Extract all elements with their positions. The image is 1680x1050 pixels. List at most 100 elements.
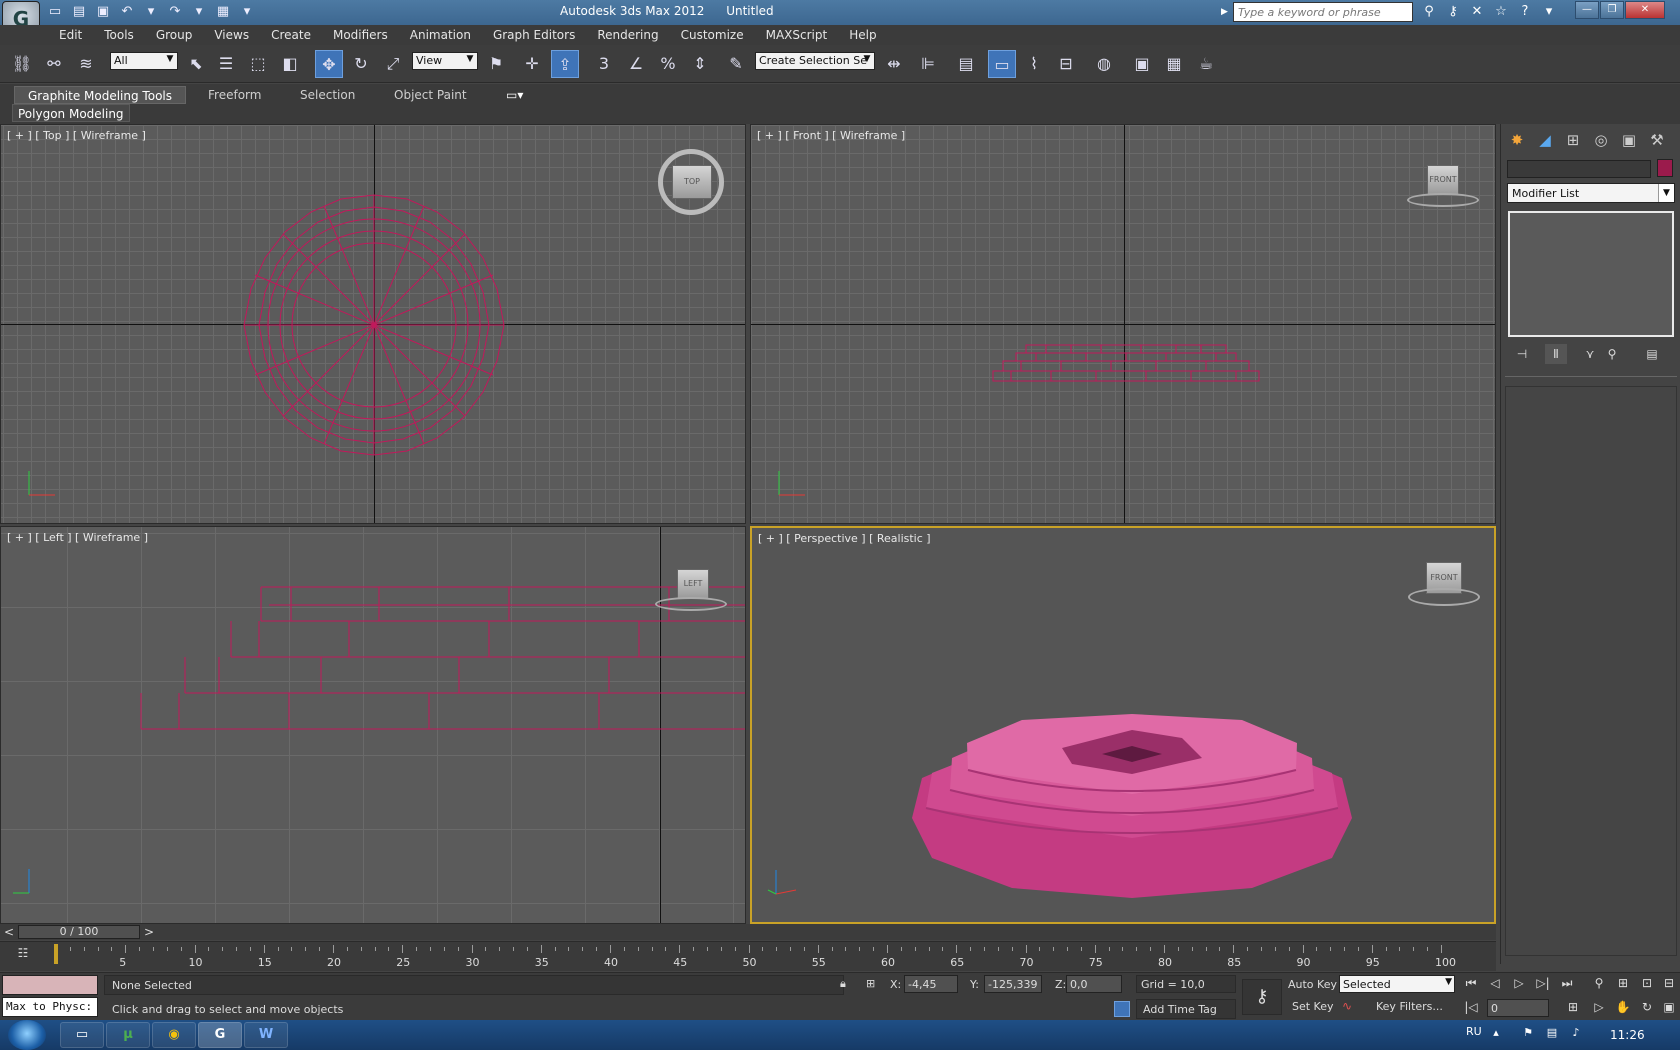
align-icon[interactable]: ⊫ [914,50,942,78]
key-curve-icon[interactable]: ∿ [1342,999,1358,1015]
zoom-extents-all-icon[interactable]: ⊟ [1658,973,1680,993]
save-file-icon[interactable]: ▣ [93,3,113,21]
key-mode-dropdown[interactable]: Selected ▼ [1339,975,1455,993]
select-manipulate-icon[interactable]: ✛ [518,50,546,78]
menu-animation[interactable]: Animation [399,25,482,45]
unlink-icon[interactable]: ⚯ [40,50,68,78]
search-input[interactable]: Type a keyword or phrase [1233,2,1413,22]
wireframe-object-left[interactable] [139,585,746,731]
viewport-label-perspective[interactable]: [ + ] [ Perspective ] [ Realistic ] [758,532,931,545]
select-object-icon[interactable]: ⬉ [182,50,210,78]
time-configuration-icon[interactable]: ⊞ [1562,997,1584,1017]
tab-object-paint[interactable]: Object Paint [386,86,475,104]
material-editor-icon[interactable]: ◍ [1090,50,1118,78]
render-setup-icon[interactable]: ▣ [1128,50,1156,78]
favorites-star-icon[interactable]: ☆ [1492,3,1510,21]
menu-tools[interactable]: Tools [93,25,145,45]
viewcube-ring[interactable] [1408,588,1480,606]
named-selection-set-dropdown[interactable]: Create Selection Se ▼ [755,52,875,70]
viewport-front[interactable]: [ + ] [ Front ] [ Wireframe ] FRONT [750,124,1496,524]
make-unique-icon[interactable]: ⋎ [1579,344,1601,364]
viewport-label-top[interactable]: [ + ] [ Top ] [ Wireframe ] [7,129,146,142]
z-coordinate-field[interactable]: 0,0 [1066,975,1122,993]
menu-edit[interactable]: Edit [48,25,93,45]
open-file-icon[interactable]: ▤ [69,3,89,21]
mirror-icon[interactable]: ⇹ [880,50,908,78]
maxscript-listener-field[interactable]: Max to Physc: [2,997,98,1017]
render-production-icon[interactable]: ☕ [1192,50,1220,78]
new-file-icon[interactable]: ▭ [45,3,65,21]
qat-customize-icon[interactable]: ▾ [237,3,257,21]
maximize-viewport-icon[interactable]: ▣ [1658,997,1680,1017]
explorer-icon[interactable]: ▭ [60,1022,104,1048]
select-by-name-icon[interactable]: ☰ [212,50,240,78]
wireframe-object-front[interactable] [991,343,1261,383]
menu-views[interactable]: Views [203,25,260,45]
tab-selection[interactable]: Selection [292,86,363,104]
utilities-panel-icon[interactable]: ⚒ [1645,128,1669,152]
redo-icon[interactable]: ↷ [165,3,185,21]
display-panel-icon[interactable]: ▣ [1617,128,1641,152]
schematic-view-icon[interactable]: ⊟ [1052,50,1080,78]
graphite-modeling-toggle-icon[interactable]: ▭ [988,50,1016,78]
current-frame-field[interactable]: 0 [1487,999,1549,1017]
menu-graph-editors[interactable]: Graph Editors [482,25,586,45]
go-to-start-icon[interactable]: ⏮ [1460,973,1482,993]
minimize-button[interactable]: — [1575,1,1599,19]
zoom-icon[interactable]: ⚲ [1588,973,1610,993]
modifier-stack-list[interactable] [1508,211,1674,337]
track-bar[interactable]: ☷ 5 10 15 20 25 30 35 40 45 50 55 60 65 70 75 80 85 90 95 1… [0,941,1496,971]
viewcube-front[interactable]: FRONT [1427,165,1459,195]
time-slider-thumb[interactable]: 0 / 100 [18,925,140,939]
word-icon[interactable]: W [244,1022,288,1048]
snaps-toggle-icon[interactable]: 3 [590,50,618,78]
pivot-center-icon[interactable]: ⚑ [482,50,510,78]
infocenter-expand-icon[interactable]: ▶ [1221,3,1231,21]
pin-stack-icon[interactable]: ⊣ [1511,344,1533,364]
help-icon[interactable]: ? [1516,3,1534,21]
rendered-frame-window-icon[interactable]: ▦ [1160,50,1188,78]
help-dropdown-icon[interactable]: ▾ [1540,3,1558,21]
subscription-key-icon[interactable]: ⚷ [1444,3,1462,21]
spinner-snap-icon[interactable]: ⇕ [686,50,714,78]
window-crossing-icon[interactable]: ◧ [276,50,304,78]
object-name-field[interactable] [1507,160,1651,178]
menu-modifiers[interactable]: Modifiers [322,25,399,45]
key-mode-toggle-icon[interactable]: |◁ [1460,997,1482,1017]
set-keys-icon[interactable]: ⚷ [1242,979,1282,1015]
keyboard-shortcut-override-icon[interactable]: ⇪ [551,50,579,78]
configure-modifier-sets-icon[interactable]: ▤ [1641,344,1663,364]
shaded-object-perspective[interactable] [882,708,1382,908]
selection-filter-dropdown[interactable]: All ▼ [110,52,178,70]
time-slider[interactable]: < 0 / 100 > [0,924,1496,940]
ribbon-panel-polygon-modeling[interactable]: Polygon Modeling [12,104,130,122]
tray-arrow-icon[interactable]: ▴ [1488,1026,1504,1042]
select-and-scale-icon[interactable]: ⤢ [379,50,407,78]
add-time-tag-button[interactable]: Add Time Tag [1136,999,1236,1019]
zoom-all-icon[interactable]: ⊞ [1612,973,1634,993]
next-frame-icon[interactable]: > [142,925,156,939]
link-icon[interactable]: ⛓ [8,50,36,78]
menu-customize[interactable]: Customize [670,25,755,45]
next-key-icon[interactable]: ▷| [1532,973,1554,993]
menu-group[interactable]: Group [145,25,204,45]
auto-key-button[interactable]: Auto Key [1284,975,1341,995]
absolute-offset-mode-icon[interactable]: ⊞ [866,977,880,991]
x-coordinate-field[interactable]: -4,45 [904,975,958,993]
maximize-button[interactable]: ❐ [1600,1,1624,19]
remove-modifier-icon[interactable]: ⚲ [1601,344,1623,364]
percent-snap-icon[interactable]: % [654,50,682,78]
object-color-swatch[interactable] [1657,159,1673,177]
input-language[interactable]: RU [1466,1025,1482,1038]
time-tag-icon[interactable] [1114,1001,1130,1017]
modifier-list-dropdown[interactable]: Modifier List ▼ [1507,183,1675,203]
viewcube-ring[interactable] [1407,193,1479,207]
system-clock[interactable]: 11:26 [1610,1028,1645,1042]
viewport-label-front[interactable]: [ + ] [ Front ] [ Wireframe ] [757,129,905,142]
ribbon-options-icon[interactable]: ▭▾ [498,86,531,104]
pan-hand-icon[interactable]: ✋ [1612,997,1634,1017]
motion-panel-icon[interactable]: ◎ [1589,128,1613,152]
tab-freeform[interactable]: Freeform [200,86,269,104]
field-of-view-icon[interactable]: ▷ [1588,997,1610,1017]
curve-editor-icon[interactable]: ⌇ [1020,50,1048,78]
